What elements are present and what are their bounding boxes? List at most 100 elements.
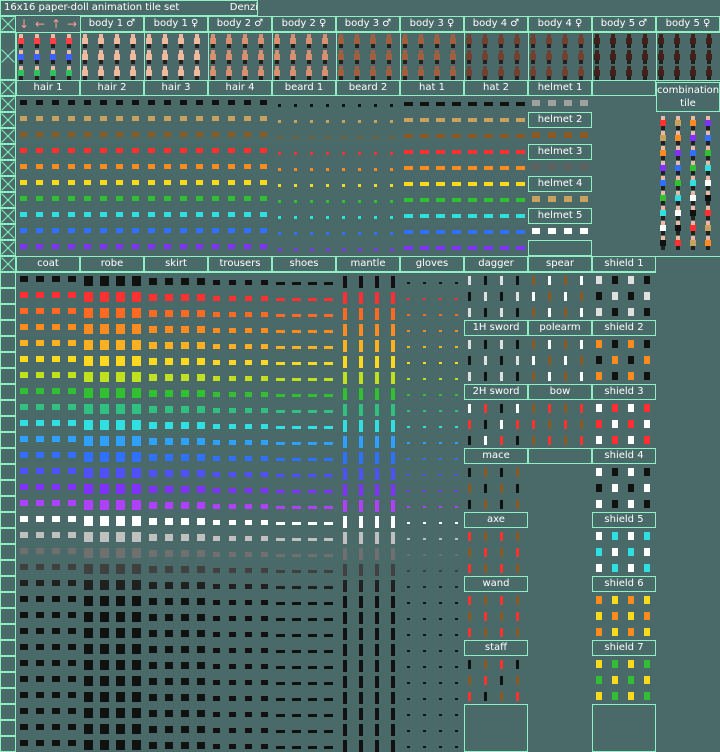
sprite-dot xyxy=(326,184,329,187)
sprite-dot xyxy=(628,612,634,620)
sprite-dot xyxy=(36,276,44,282)
sprite-part xyxy=(403,44,407,48)
sprite-figure xyxy=(690,34,696,48)
combination-tile-label: combination tile xyxy=(656,82,720,112)
sprite-dot xyxy=(436,198,445,202)
sprite-dot xyxy=(359,628,363,640)
sprite-dot xyxy=(100,532,109,542)
sprite-dot xyxy=(420,134,429,138)
sprite-dot xyxy=(484,468,487,477)
sprite-dot xyxy=(359,596,363,608)
sprite-dot xyxy=(100,164,107,169)
sprite-dot xyxy=(628,532,634,540)
sprite-dot xyxy=(132,340,141,350)
sprite-dot xyxy=(343,356,347,368)
sprite-dot xyxy=(132,436,141,446)
sprite-dot xyxy=(391,532,395,544)
sprite-figure xyxy=(675,236,681,250)
sprite-dot xyxy=(500,548,503,557)
sprite-dot xyxy=(580,196,588,202)
sprite-figure xyxy=(706,34,712,48)
row-x-cell xyxy=(0,192,16,208)
sprite-dot xyxy=(165,710,173,717)
sprite-dot xyxy=(455,394,458,396)
sprite-dot xyxy=(324,362,333,365)
body-label-6: body 3 ♀ xyxy=(400,16,464,32)
sprite-dot xyxy=(359,644,363,656)
sprite-dot xyxy=(516,612,519,621)
sprite-dot xyxy=(407,666,410,668)
sprite-dot xyxy=(276,730,285,733)
sprite-part xyxy=(227,60,231,64)
sprite-dot xyxy=(628,596,634,604)
sprite-dot xyxy=(164,148,171,153)
sprite-part xyxy=(403,60,407,64)
sprite-part xyxy=(483,60,487,64)
sprite-figure xyxy=(705,191,711,205)
sprite-dot xyxy=(68,740,76,746)
sprite-dot xyxy=(245,648,252,653)
sprite-figure xyxy=(210,34,216,48)
sprite-dot xyxy=(68,180,75,185)
sprite-dot xyxy=(197,406,205,413)
sprite-dot xyxy=(20,676,28,682)
sprite-dot xyxy=(197,422,205,429)
sprite-dot xyxy=(455,746,458,748)
sprite-figure xyxy=(370,66,376,80)
sprite-dot xyxy=(343,644,347,656)
sprite-dot xyxy=(52,580,60,586)
helmet-label-3: helmet 3 xyxy=(528,144,592,160)
sprite-dot xyxy=(276,362,285,365)
sprite-dot xyxy=(342,200,345,203)
sprite-dot xyxy=(116,276,125,286)
sprite-dot xyxy=(68,164,75,169)
sprite-dot xyxy=(391,660,395,672)
sprite-dot xyxy=(436,246,445,250)
sprite-dot xyxy=(564,164,572,170)
sprite-dot xyxy=(439,362,442,364)
sprite-dot xyxy=(292,586,301,589)
sprite-dot xyxy=(197,710,205,717)
sprite-figure xyxy=(290,66,296,80)
sprite-dot xyxy=(149,470,157,477)
sprite-dot xyxy=(36,404,44,410)
sprite-dot xyxy=(132,676,141,686)
sprite-dot xyxy=(436,166,445,170)
sprite-dot xyxy=(68,612,76,618)
sprite-dot xyxy=(326,248,329,251)
sprite-dot xyxy=(468,660,471,669)
sprite-dot xyxy=(116,564,125,574)
sprite-dot xyxy=(132,580,141,590)
sprite-figure xyxy=(546,34,552,48)
sprite-dot xyxy=(181,294,189,301)
sprite-dot xyxy=(68,148,75,153)
sprite-figure xyxy=(34,34,40,48)
sprite-figure xyxy=(82,50,88,64)
sprite-dot xyxy=(468,628,471,637)
sprite-dot xyxy=(245,280,252,285)
row-x-cell xyxy=(0,672,16,688)
sprite-dot xyxy=(292,298,301,301)
row-x-cell xyxy=(0,224,16,240)
sprite-part xyxy=(547,60,551,64)
sprite-dot xyxy=(261,376,268,381)
sprite-part xyxy=(211,60,215,64)
sprite-dot xyxy=(516,436,519,445)
sprite-figure xyxy=(130,34,136,48)
sprite-dot xyxy=(36,420,44,426)
weapon-label-2: polearm xyxy=(528,320,592,336)
sprite-figure xyxy=(482,66,488,80)
sprite-dot xyxy=(292,314,301,317)
sprite-dot xyxy=(148,132,155,137)
sprite-figure xyxy=(114,66,120,80)
sprite-dot xyxy=(484,276,487,285)
sprite-dot xyxy=(644,500,650,508)
sprite-dot xyxy=(343,548,347,560)
sprite-figure xyxy=(578,34,584,48)
sprite-dot xyxy=(404,102,413,106)
sprite-figure xyxy=(705,236,711,250)
sprite-dot xyxy=(628,372,634,380)
sprite-dot xyxy=(375,292,379,304)
sprite-dot xyxy=(20,596,28,602)
sprite-dot xyxy=(468,118,477,122)
